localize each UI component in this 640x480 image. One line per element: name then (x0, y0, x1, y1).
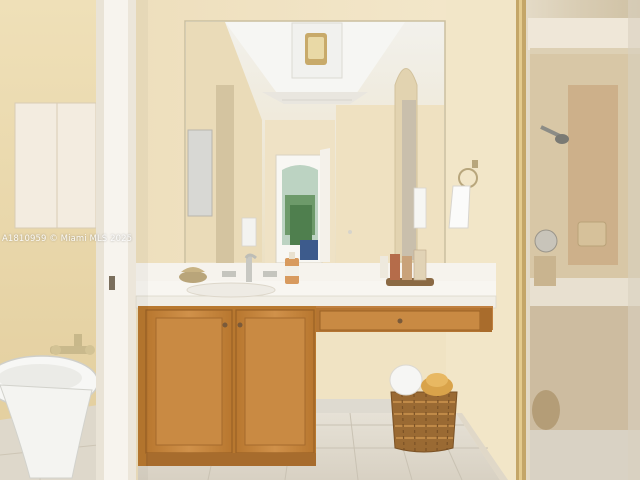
watermark-text: A1810959 © Miami MLS 2025 (2, 234, 133, 244)
mirror (184, 20, 446, 265)
shower (516, 0, 640, 480)
wall-cabinet (14, 102, 97, 229)
side-wall (446, 0, 518, 480)
